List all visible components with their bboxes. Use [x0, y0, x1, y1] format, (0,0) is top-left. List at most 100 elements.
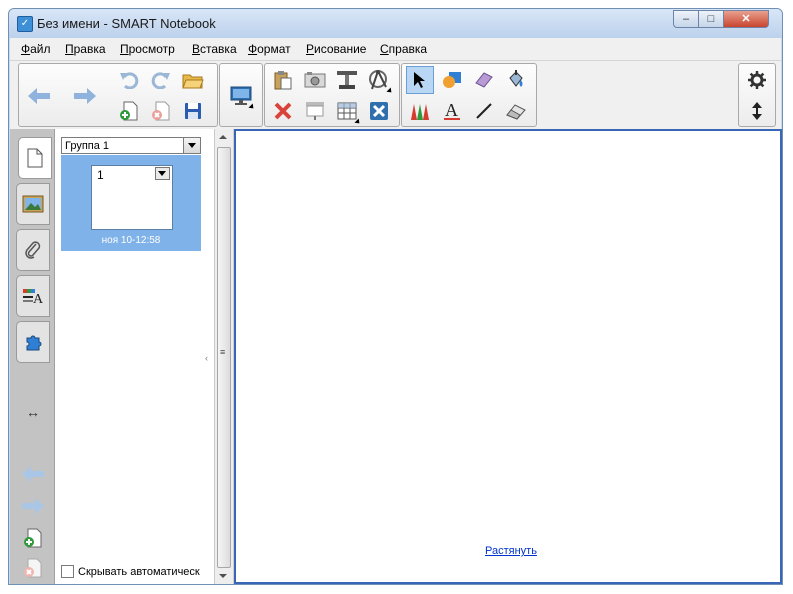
back-button[interactable]	[25, 82, 53, 110]
next-page-button[interactable]	[22, 495, 44, 517]
menu-format[interactable]: Формат	[248, 42, 291, 56]
forward-button[interactable]	[71, 82, 99, 110]
page-thumbnail-item[interactable]: 1 ноя 10-12:58	[61, 155, 201, 251]
group-select-value: Группа 1	[65, 140, 110, 152]
toolbar-group-file	[18, 63, 218, 127]
panel-resize-grip[interactable]: ‹	[205, 353, 208, 363]
menu-file[interactable]: Файл	[21, 42, 51, 56]
move-sidebar-button[interactable]: ↔	[22, 401, 44, 423]
undo-button[interactable]	[115, 66, 143, 94]
menu-bar: Файл Правка Просмотр Вставка Формат Рисо…	[10, 38, 781, 61]
text-icon: A	[444, 101, 460, 120]
stretch-link[interactable]: Растянуть	[485, 545, 537, 557]
menu-insert[interactable]: Вставка	[192, 42, 237, 56]
delete-page-icon	[24, 558, 42, 578]
add-page-button[interactable]	[115, 97, 143, 125]
autohide-checkbox-row[interactable]: Скрывать автоматическ	[61, 565, 200, 578]
close-box-icon	[370, 102, 388, 120]
group-select[interactable]: Группа 1	[61, 137, 201, 154]
page-menu-button[interactable]	[155, 167, 170, 180]
gear-icon	[748, 71, 766, 89]
shapes-tool-button[interactable]	[438, 66, 466, 94]
eraser-icon	[506, 104, 526, 120]
line-tool-button[interactable]	[470, 97, 498, 125]
add-page-icon	[24, 528, 42, 548]
undo-icon	[120, 72, 139, 89]
save-button[interactable]	[179, 97, 207, 125]
display-button[interactable]	[227, 82, 256, 111]
pens-tool-button[interactable]	[406, 97, 434, 125]
table-button[interactable]	[333, 97, 362, 126]
creative-pen-button[interactable]	[470, 66, 498, 94]
text-tool-button[interactable]: A	[438, 97, 466, 125]
toolbar-group-settings	[738, 63, 776, 127]
minimize-button[interactable]: ‒	[673, 10, 699, 28]
eraser-tool-button[interactable]	[502, 97, 530, 125]
menu-draw[interactable]: Рисование	[306, 42, 366, 56]
close-fullscreen-button[interactable]	[365, 97, 393, 125]
previous-page-button[interactable]	[22, 463, 44, 485]
screen-capture-button[interactable]	[301, 66, 329, 94]
redo-icon	[151, 72, 170, 89]
open-file-button[interactable]	[179, 66, 207, 94]
page-scrollbar[interactable]: ≡	[215, 129, 234, 584]
puzzle-icon	[26, 335, 42, 351]
properties-tab[interactable]: A	[16, 275, 50, 317]
toolbar-group-draw: A	[401, 63, 537, 127]
window-title: Без имени - SMART Notebook	[37, 16, 216, 31]
gallery-tab[interactable]	[16, 183, 50, 225]
page-thumbnail[interactable]: 1	[91, 165, 173, 230]
toolbar-settings-button[interactable]	[743, 66, 771, 94]
svg-text:A: A	[33, 292, 44, 305]
menu-help[interactable]: Справка	[380, 42, 427, 56]
fill-icon	[509, 70, 523, 87]
menu-view[interactable]: Просмотр	[120, 42, 175, 56]
sidebar-delete-page-button[interactable]	[22, 557, 44, 579]
toolbar: A	[10, 61, 781, 129]
screen-capture-icon	[304, 72, 326, 88]
screen-shade-button[interactable]	[333, 66, 361, 94]
measurement-tools-icon	[369, 70, 387, 90]
toolbar-group-display	[219, 63, 263, 127]
add-page-icon	[120, 101, 138, 121]
move-toolbar-button[interactable]	[743, 97, 771, 125]
select-arrow-icon	[414, 72, 425, 88]
whiteboard-canvas[interactable]: Растянуть	[234, 129, 782, 584]
redo-button[interactable]	[147, 66, 175, 94]
sidebar-add-page-button[interactable]	[22, 527, 44, 549]
paste-button[interactable]	[269, 66, 297, 94]
page-number: 1	[97, 168, 104, 182]
menu-edit[interactable]: Правка	[65, 42, 106, 56]
toolbar-group-edit	[264, 63, 400, 127]
table-icon	[337, 102, 357, 120]
line-icon	[476, 103, 492, 119]
measurement-tools-button[interactable]	[365, 66, 394, 95]
screen-shade-icon	[337, 71, 357, 89]
attachments-tab[interactable]	[16, 229, 50, 271]
smart-notebook-icon: ✓	[17, 16, 33, 32]
gallery-icon	[22, 195, 44, 213]
page-sorter-tab[interactable]	[18, 137, 52, 179]
open-folder-icon	[182, 74, 204, 89]
sidebar-tabs: A ↔	[10, 129, 55, 584]
delete-page-button[interactable]	[147, 97, 175, 125]
maximize-button[interactable]: □	[698, 10, 724, 28]
scroll-thumb[interactable]	[217, 147, 231, 568]
delete-button[interactable]	[269, 97, 297, 125]
screen-show-icon	[306, 102, 324, 120]
scroll-down-arrow[interactable]	[219, 574, 227, 578]
addons-tab[interactable]	[16, 321, 50, 363]
scroll-up-arrow[interactable]	[219, 135, 227, 139]
title-bar[interactable]: ✓ Без имени - SMART Notebook ‒ □ ✕	[9, 9, 782, 38]
chevron-down-icon[interactable]	[183, 138, 200, 153]
pens-icon	[411, 104, 429, 120]
screen-show-button[interactable]	[301, 97, 329, 125]
save-icon	[185, 103, 201, 119]
select-tool-button[interactable]	[406, 66, 434, 94]
autohide-label: Скрывать автоматическ	[78, 565, 200, 578]
arrow-right-icon	[22, 498, 44, 514]
close-button[interactable]: ✕	[723, 10, 769, 28]
page-timestamp: ноя 10-12:58	[101, 235, 161, 246]
fill-tool-button[interactable]	[502, 66, 530, 94]
autohide-checkbox[interactable]	[61, 565, 74, 578]
